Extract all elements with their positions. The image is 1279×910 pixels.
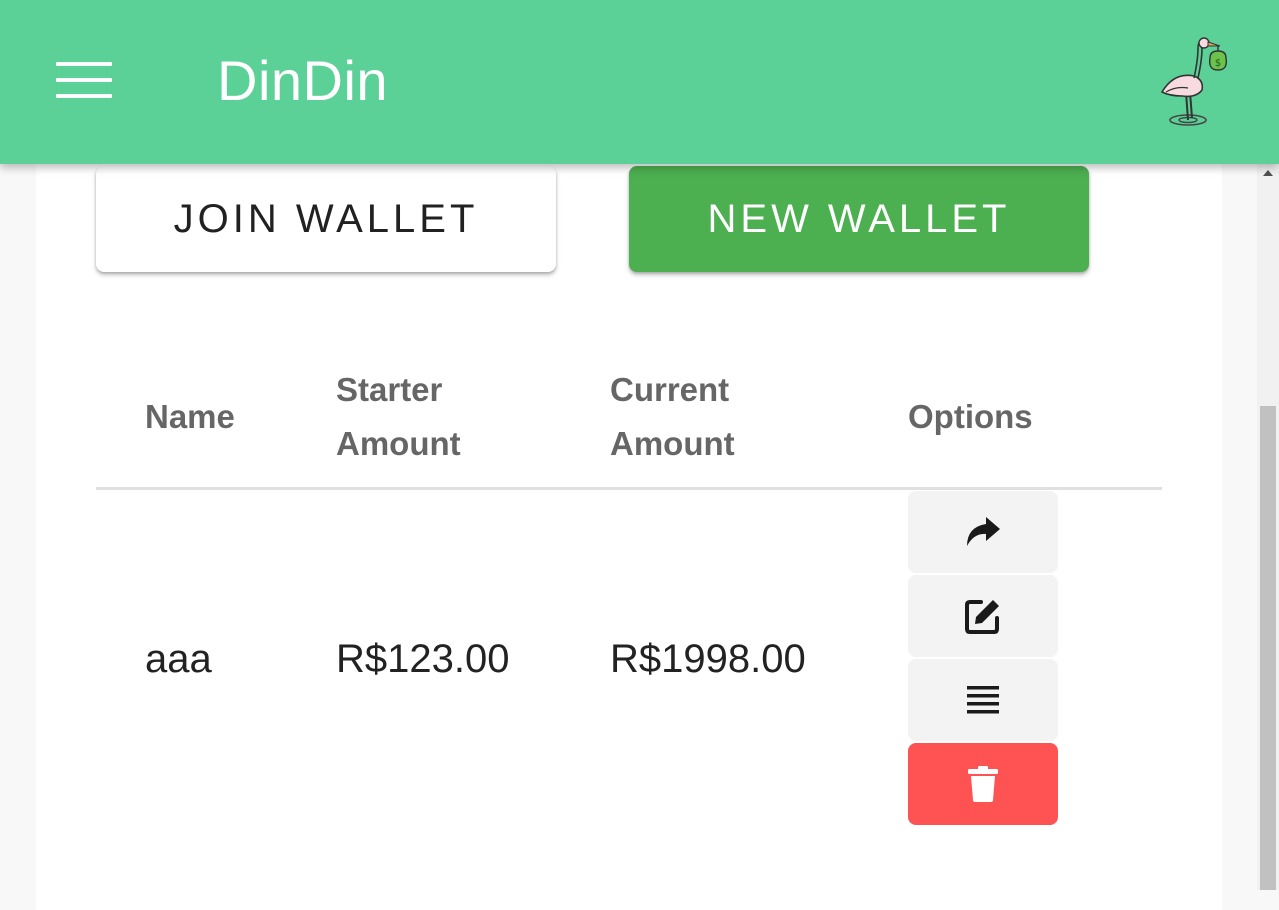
header-divider	[96, 487, 1162, 490]
edit-wallet-button[interactable]	[908, 575, 1058, 657]
share-wallet-button[interactable]	[908, 491, 1058, 573]
column-header-starter-line1: Starter	[336, 371, 443, 408]
app-bar: DinDin $	[0, 0, 1279, 164]
current-amount: R$1998.00	[610, 637, 806, 681]
column-header-current-line1: Current	[610, 371, 730, 408]
wallet-name: aaa	[145, 637, 212, 681]
starter-amount: R$123.00	[336, 637, 510, 681]
column-header-options: Options	[908, 398, 1033, 435]
page-scrollbar[interactable]	[1257, 164, 1279, 890]
column-header-name: Name	[145, 398, 235, 435]
scroll-up-arrow[interactable]	[1257, 164, 1279, 184]
hamburger-menu-icon[interactable]	[56, 62, 112, 98]
list-lines-icon	[967, 686, 999, 714]
share-arrow-icon	[967, 517, 1000, 546]
stork-money-bag-logo: $	[1160, 37, 1228, 126]
new-wallet-button[interactable]: NEW WALLET	[629, 166, 1089, 272]
column-header-starter-line2: Amount	[336, 425, 461, 462]
app-title: DinDin	[217, 49, 389, 112]
delete-wallet-button[interactable]	[908, 743, 1058, 825]
svg-text:$: $	[1215, 58, 1221, 69]
trash-icon	[968, 766, 998, 802]
edit-pencil-icon	[965, 600, 999, 634]
join-wallet-button[interactable]: JOIN WALLET	[96, 166, 556, 272]
wallet-details-button[interactable]	[908, 659, 1058, 741]
scroll-thumb[interactable]	[1260, 406, 1276, 890]
column-header-current-line2: Amount	[610, 425, 735, 462]
